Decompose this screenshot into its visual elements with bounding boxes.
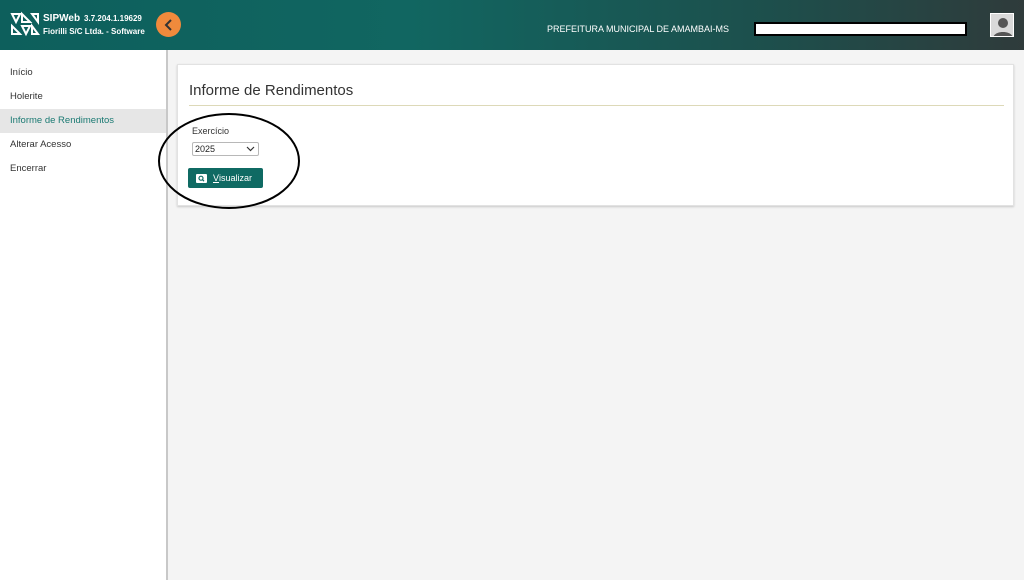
sidebar-item-holerite[interactable]: Holerite [0,85,166,109]
sidebar-item-informe-de-rendimentos[interactable]: Informe de Rendimentos [0,109,166,133]
title-divider [189,105,1004,106]
visualizar-button[interactable]: Visualizar [188,168,263,188]
brand-block: SIPWeb 3.7.204.1.19629 Fiorilli S/C Ltda.… [43,12,145,38]
sidebar-toggle-button[interactable] [156,12,181,37]
search-icon [196,173,207,183]
sidebar-item-alterar-acesso[interactable]: Alterar Acesso [0,133,166,157]
report-card: Informe de Rendimentos Exercício 2025 Vi… [177,64,1014,206]
sidebar-menu: Início Holerite Informe de Rendimentos A… [0,61,166,181]
year-select-value: 2025 [195,144,216,154]
visualizar-label: isualizar [219,173,253,183]
year-select[interactable]: 2025 [192,142,259,156]
sidebar-item-inicio[interactable]: Início [0,61,166,85]
organization-name: PREFEITURA MUNICIPAL DE AMAMBAI-MS [547,24,730,34]
top-header: SIPWeb 3.7.204.1.19629 Fiorilli S/C Ltda.… [0,0,1024,50]
user-name-box [754,22,967,36]
sidebar: Início Holerite Informe de Rendimentos A… [0,50,168,580]
avatar-silhouette-icon [993,18,1013,36]
company-name: Fiorilli S/C Ltda. - Software [43,27,145,36]
app-name: SIPWeb [43,13,81,24]
sipweb-logo-icon [10,11,40,37]
exercicio-label: Exercício [192,126,230,136]
sidebar-item-encerrar[interactable]: Encerrar [0,157,166,181]
chevron-left-icon [164,18,172,31]
user-avatar-icon[interactable] [990,13,1014,37]
page-title: Informe de Rendimentos [189,82,354,99]
app-version: 3.7.204.1.19629 [84,14,142,23]
chevron-down-icon [246,146,255,152]
